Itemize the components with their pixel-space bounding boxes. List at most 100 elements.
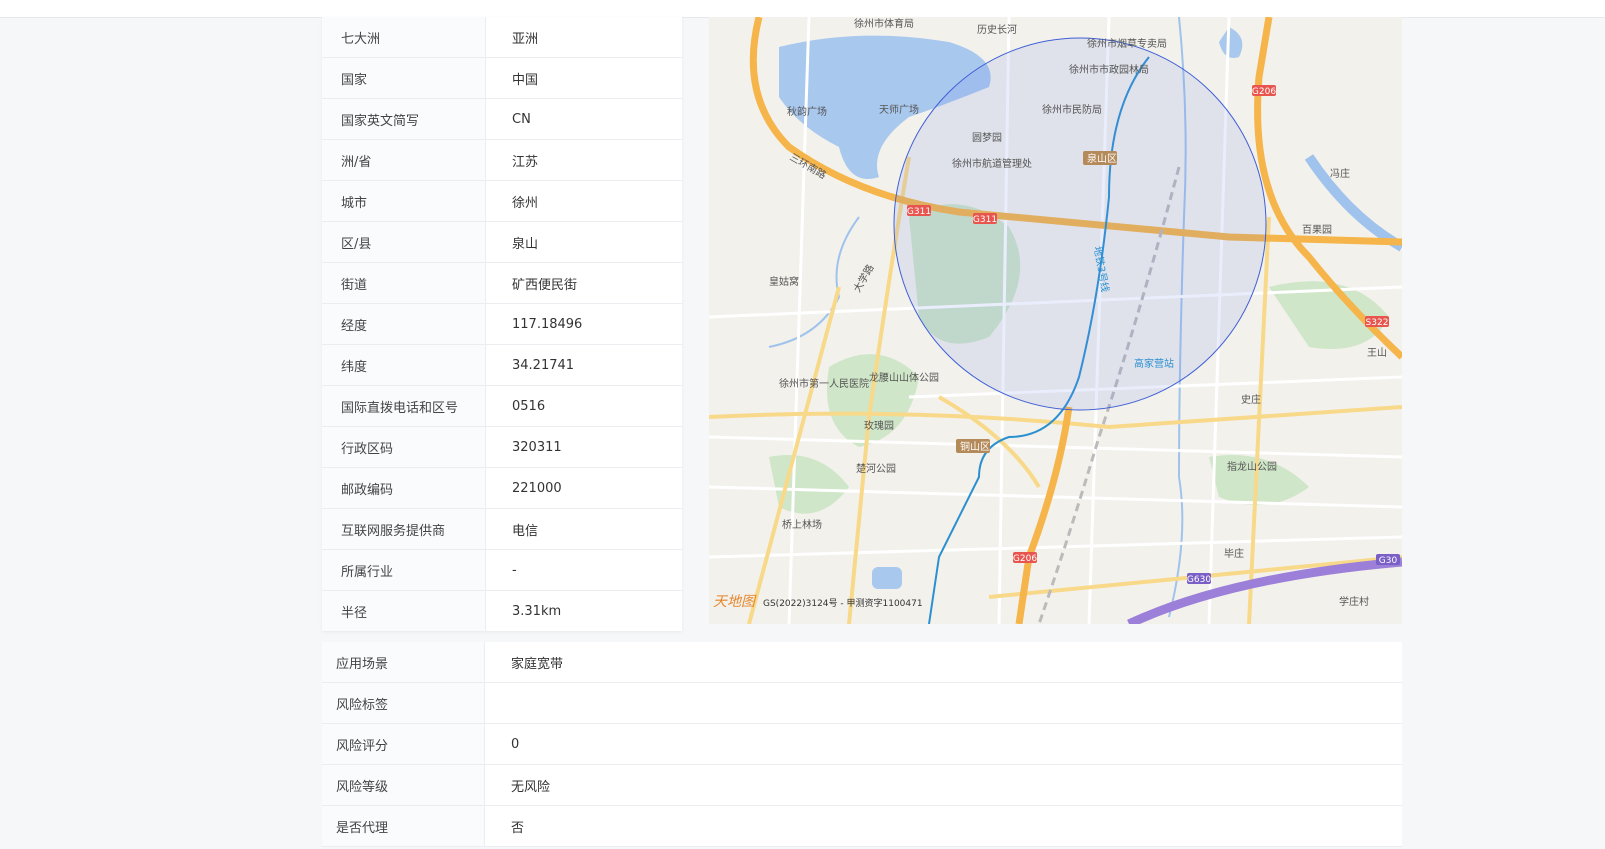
table-row: 国家 中国: [322, 58, 682, 99]
table-row: 经度 117.18496: [322, 304, 682, 345]
svg-text:徐州市体育局: 徐州市体育局: [854, 17, 914, 30]
row-label: 互联网服务提供商: [322, 509, 486, 549]
svg-text:史庄: 史庄: [1241, 393, 1261, 406]
svg-text:G311: G311: [973, 215, 997, 225]
svg-text:皇姑窝: 皇姑窝: [769, 275, 799, 288]
risk-info-table: 应用场景 家庭宽带 风险标签 风险评分 0 风险等级 无风险 是否代理 否: [322, 642, 1402, 847]
row-value: 亚洲: [512, 31, 539, 47]
row-label: 城市: [322, 181, 486, 221]
row-value: 0516: [512, 398, 546, 414]
row-value: CN: [512, 111, 531, 127]
row-label: 风险等级: [322, 765, 485, 805]
row-value: 320311: [512, 439, 562, 455]
svg-text:王山: 王山: [1367, 347, 1387, 359]
row-label: 半径: [322, 591, 486, 631]
svg-text:指龙山公园: 指龙山公园: [1227, 460, 1277, 473]
svg-text:G311: G311: [907, 207, 931, 217]
row-label: 所属行业: [322, 550, 486, 590]
map-canvas[interactable]: G206 G311 G311 S322 G206 G630 G30 徐州市体育局…: [709, 17, 1402, 624]
row-value: 221000: [512, 480, 562, 496]
svg-text:楚河公园: 楚河公园: [856, 462, 896, 475]
table-row: 风险评分 0: [322, 724, 1402, 765]
svg-text:泉山区: 泉山区: [1087, 152, 1117, 165]
svg-text:G206: G206: [1252, 87, 1276, 97]
row-value: 否: [511, 820, 525, 836]
map-copyright: GS(2022)3124号 - 甲测资字1100471: [763, 597, 923, 609]
row-label: 国家: [322, 58, 486, 98]
svg-text:G206: G206: [1013, 554, 1037, 564]
row-value: 家庭宽带: [511, 656, 564, 672]
table-row: 行政区码 320311: [322, 427, 682, 468]
row-value: 泉山: [512, 236, 539, 252]
svg-text:S322: S322: [1366, 318, 1389, 328]
pond: [872, 567, 902, 589]
row-label: 纬度: [322, 345, 486, 385]
table-row: 风险等级 无风险: [322, 765, 1402, 806]
table-row: 城市 徐州: [322, 181, 682, 222]
row-value: 中国: [512, 72, 539, 88]
table-row: 是否代理 否: [322, 806, 1402, 847]
row-label: 国家英文简写: [322, 99, 486, 139]
row-label: 区/县: [322, 222, 486, 262]
ip-info-table: 七大洲 亚洲 国家 中国 国家英文简写 CN 洲/省 江苏 城市 徐州 区/县 泉山 街道 矿…: [322, 17, 682, 631]
table-row: 半径 3.31km: [322, 591, 682, 631]
row-value: 34.21741: [512, 357, 575, 373]
svg-text:学庄村: 学庄村: [1339, 595, 1369, 608]
top-bar: [0, 0, 1605, 18]
table-row: 洲/省 江苏: [322, 140, 682, 181]
svg-text:天师广场: 天师广场: [879, 103, 919, 116]
table-row: 国家英文简写 CN: [322, 99, 682, 140]
tianditu-logo: 天地图: [713, 594, 757, 610]
row-value: 矿西便民街: [512, 277, 578, 293]
row-label: 风险评分: [322, 724, 485, 764]
svg-text:毕庄: 毕庄: [1224, 547, 1244, 560]
svg-text:冯庄: 冯庄: [1330, 167, 1350, 180]
svg-text:桥上林场: 桥上林场: [782, 518, 822, 531]
row-value: 徐州: [512, 195, 539, 211]
row-value: 无风险: [511, 779, 551, 795]
svg-text:圆梦园: 圆梦园: [972, 132, 1002, 144]
row-value: -: [512, 562, 517, 578]
table-row: 国际直拨电话和区号 0516: [322, 386, 682, 427]
svg-text:徐州市第一人民医院: 徐州市第一人民医院: [779, 377, 869, 390]
location-map[interactable]: G206 G311 G311 S322 G206 G630 G30 徐州市体育局…: [709, 17, 1402, 624]
table-row: 所属行业 -: [322, 550, 682, 591]
table-row: 纬度 34.21741: [322, 345, 682, 386]
svg-text:徐州市市政园林局: 徐州市市政园林局: [1069, 63, 1149, 76]
row-label: 七大洲: [322, 17, 486, 57]
row-label: 洲/省: [322, 140, 486, 180]
row-value: 3.31km: [512, 603, 562, 619]
svg-text:高家营站: 高家营站: [1134, 357, 1174, 370]
row-label: 街道: [322, 263, 486, 303]
table-row: 街道 矿西便民街: [322, 263, 682, 304]
row-value: 117.18496: [512, 316, 583, 332]
row-label: 风险标签: [322, 683, 485, 723]
row-label: 应用场景: [322, 642, 485, 682]
svg-text:百果园: 百果园: [1302, 224, 1332, 236]
table-row: 互联网服务提供商 电信: [322, 509, 682, 550]
svg-text:徐州市民防局: 徐州市民防局: [1042, 103, 1102, 116]
svg-text:历史长河: 历史长河: [977, 24, 1017, 36]
table-row: 应用场景 家庭宽带: [322, 642, 1402, 683]
row-value: [485, 683, 1402, 723]
row-label: 国际直拨电话和区号: [322, 386, 486, 426]
svg-text:徐州市航道管理处: 徐州市航道管理处: [952, 157, 1032, 170]
svg-text:G30: G30: [1379, 556, 1398, 566]
row-value: 电信: [512, 523, 539, 539]
row-label: 经度: [322, 304, 486, 344]
table-row: 七大洲 亚洲: [322, 17, 682, 58]
svg-text:玫瑰园: 玫瑰园: [864, 419, 894, 432]
row-value: 江苏: [512, 154, 539, 170]
table-row: 区/县 泉山: [322, 222, 682, 263]
svg-text:龙腰山山体公园: 龙腰山山体公园: [869, 371, 939, 384]
svg-text:秋韵广场: 秋韵广场: [787, 105, 827, 118]
row-label: 行政区码: [322, 427, 486, 467]
table-row: 邮政编码 221000: [322, 468, 682, 509]
svg-text:G630: G630: [1187, 575, 1211, 585]
ip-radius-circle: [893, 37, 1267, 411]
row-label: 是否代理: [322, 806, 485, 846]
svg-text:铜山区: 铜山区: [960, 441, 990, 453]
row-value: 0: [511, 736, 520, 752]
svg-text:徐州市烟草专卖局: 徐州市烟草专卖局: [1087, 37, 1167, 50]
row-label: 邮政编码: [322, 468, 486, 508]
